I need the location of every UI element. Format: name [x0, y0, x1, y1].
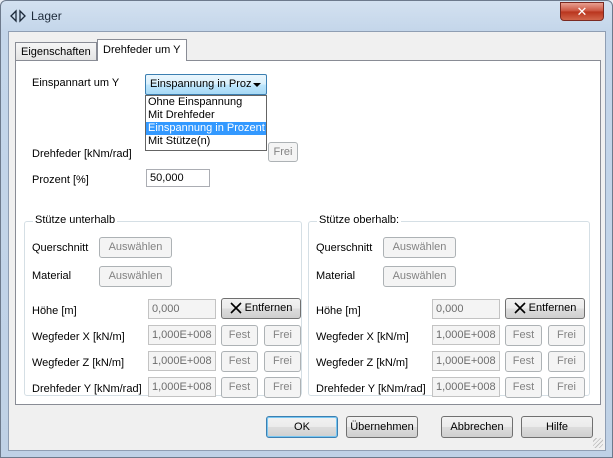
lower-wegfeder-z-label: Wegfeder Z [kN/m] [32, 357, 125, 369]
ok-button[interactable]: OK [266, 416, 338, 438]
remove-x-icon [230, 302, 242, 314]
lower-drehfeder-y-label: Drehfeder Y [kNm/rad] [32, 383, 142, 395]
lower-hoehe-label: Höhe [m] [32, 305, 77, 317]
lower-material-select-button[interactable]: Auswählen [99, 266, 172, 287]
upper-entfernen-label: Entfernen [528, 302, 577, 314]
lower-entfernen-button[interactable]: Entfernen [221, 298, 301, 319]
clamp-type-label: Einspannart um Y [32, 77, 120, 89]
upper-querschnitt-select-button[interactable]: Auswählen [383, 237, 456, 258]
bearing-icon [10, 9, 26, 23]
tab-drehfeder-um-y[interactable]: Drehfeder um Y [97, 39, 187, 61]
upper-wegfeder-z-frei-button[interactable]: Frei [548, 351, 585, 372]
chevron-down-icon [253, 83, 261, 87]
upper-drehfeder-y-label: Drehfeder Y [kNm/rad] [316, 383, 426, 395]
lower-support-title: Stütze unterhalb [33, 214, 118, 226]
remove-x-icon [514, 302, 526, 314]
lower-drehfeder-y-fest-button[interactable]: Fest [221, 377, 258, 398]
dialog-window: Lager ✕ Eigenschaften Drehfeder um Y Ein… [0, 0, 613, 458]
help-button[interactable]: Hilfe [521, 416, 593, 438]
lower-wegfeder-z-frei-button[interactable]: Frei [264, 351, 301, 372]
upper-entfernen-button[interactable]: Entfernen [505, 298, 585, 319]
resize-grip-icon[interactable] [593, 438, 603, 448]
lower-wegfeder-z-fest-button[interactable]: Fest [221, 351, 258, 372]
lower-hoehe-input[interactable]: 0,000 [148, 299, 216, 319]
title-bar[interactable]: Lager ✕ [1, 1, 612, 31]
upper-hoehe-label: Höhe [m] [316, 305, 361, 317]
dropdown-option-mit-stuetzen[interactable]: Mit Stütze(n) [146, 135, 266, 148]
upper-material-select-button[interactable]: Auswählen [383, 266, 456, 287]
upper-drehfeder-y-fest-button[interactable]: Fest [505, 377, 542, 398]
clamp-type-dropdown: Ohne Einspannung Mit Drehfeder Einspannu… [145, 95, 267, 151]
upper-wegfeder-z-fest-button[interactable]: Fest [505, 351, 542, 372]
lower-wegfeder-x-input[interactable]: 1,000E+008 [148, 325, 216, 345]
window-title: Lager [31, 9, 62, 23]
upper-support-title: Stütze oberhalb: [317, 214, 402, 226]
upper-wegfeder-x-fest-button[interactable]: Fest [505, 325, 542, 346]
lower-wegfeder-z-input[interactable]: 1,000E+008 [148, 351, 216, 371]
clamp-type-value: Einspannung in Proz [150, 78, 252, 90]
spring-frei-button[interactable]: Frei [268, 142, 298, 162]
upper-wegfeder-z-input[interactable]: 1,000E+008 [432, 351, 500, 371]
upper-drehfeder-y-frei-button[interactable]: Frei [548, 377, 585, 398]
lower-wegfeder-x-label: Wegfeder X [kN/m] [32, 331, 125, 343]
upper-wegfeder-x-input[interactable]: 1,000E+008 [432, 325, 500, 345]
upper-wegfeder-z-label: Wegfeder Z [kN/m] [316, 357, 409, 369]
lower-querschnitt-label: Querschnitt [32, 242, 89, 254]
lower-entfernen-label: Entfernen [244, 302, 293, 314]
upper-wegfeder-x-frei-button[interactable]: Frei [548, 325, 585, 346]
upper-querschnitt-label: Querschnitt [316, 242, 373, 254]
lower-material-label: Material [32, 270, 72, 282]
dialog-client: Eigenschaften Drehfeder um Y Einspannart… [8, 31, 606, 451]
tab-eigenschaften[interactable]: Eigenschaften [15, 42, 97, 61]
close-button[interactable]: ✕ [560, 2, 604, 21]
dropdown-option-einspannung-in-prozent[interactable]: Einspannung in Prozent [146, 122, 266, 135]
dropdown-option-ohne-einspannung[interactable]: Ohne Einspannung [146, 96, 266, 109]
upper-drehfeder-y-input[interactable]: 1,000E+008 [432, 377, 500, 397]
lower-querschnitt-select-button[interactable]: Auswählen [99, 237, 172, 258]
tab-panel: Einspannart um Y Einspannung in Proz Ohn… [15, 60, 601, 405]
lower-wegfeder-x-fest-button[interactable]: Fest [221, 325, 258, 346]
percent-input[interactable]: 50,000 [146, 169, 210, 187]
lower-wegfeder-x-frei-button[interactable]: Frei [264, 325, 301, 346]
close-icon: ✕ [576, 4, 588, 19]
upper-hoehe-input[interactable]: 0,000 [432, 299, 500, 319]
cancel-button[interactable]: Abbrechen [441, 416, 513, 438]
spring-label: Drehfeder [kNm/rad] [32, 148, 132, 160]
upper-wegfeder-x-label: Wegfeder X [kN/m] [316, 331, 409, 343]
dropdown-option-mit-drehfeder[interactable]: Mit Drehfeder [146, 109, 266, 122]
lower-drehfeder-y-frei-button[interactable]: Frei [264, 377, 301, 398]
clamp-type-select[interactable]: Einspannung in Proz [145, 74, 267, 95]
upper-material-label: Material [316, 270, 356, 282]
percent-label: Prozent [%] [32, 174, 89, 186]
lower-drehfeder-y-input[interactable]: 1,000E+008 [148, 377, 216, 397]
apply-button[interactable]: Übernehmen [346, 416, 418, 438]
